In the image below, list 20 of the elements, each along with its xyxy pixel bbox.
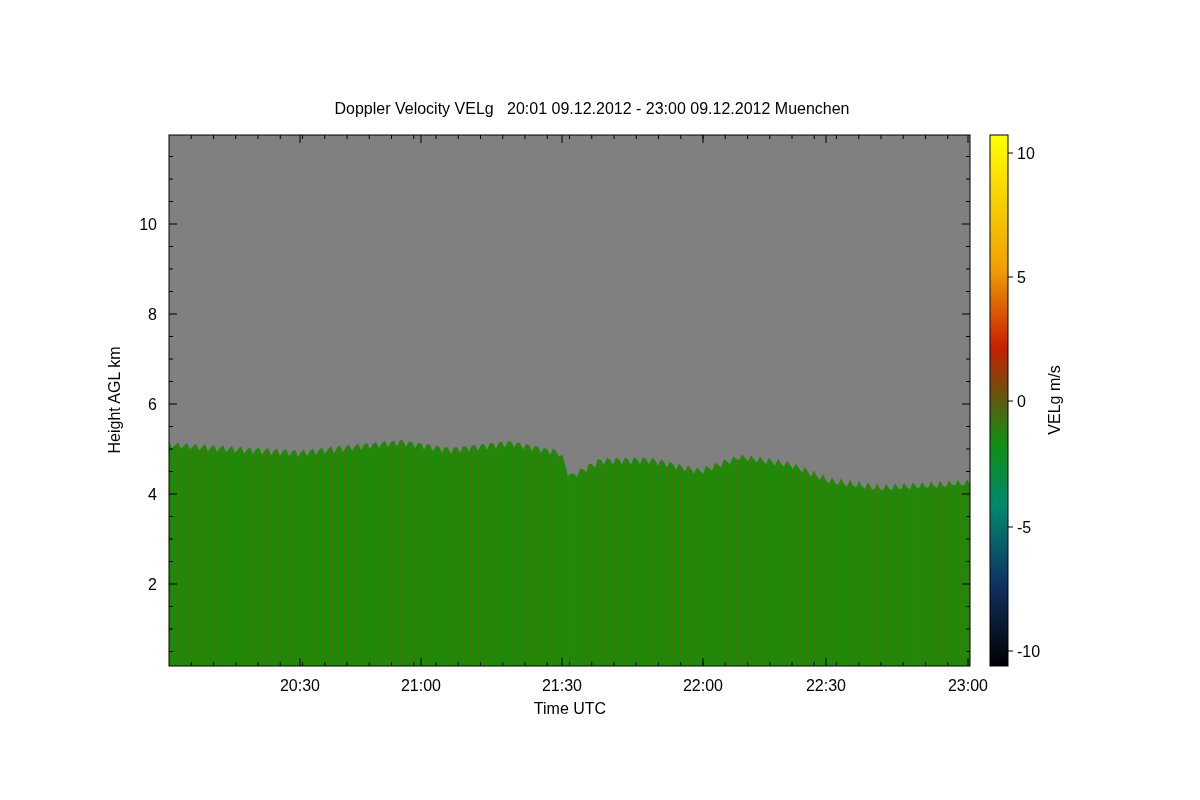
y-tick-label: 6 (148, 396, 157, 413)
y-tick-label: 10 (139, 216, 157, 233)
y-axis-label: Height AGL km (106, 346, 123, 454)
y-tick-label: 8 (148, 306, 157, 323)
y-tick-label: 4 (148, 486, 157, 503)
x-tick-label: 23:00 (948, 677, 988, 694)
colorbar-tick-label: 10 (1017, 145, 1035, 162)
plot-title: Doppler Velocity VELg 20:01 09.12.2012 - 23:00 09.12.2012 Muenchen (334, 100, 850, 117)
x-tick-label: 21:30 (542, 677, 582, 694)
x-tick-label: 22:00 (683, 677, 723, 694)
x-tick-label: 21:00 (401, 677, 441, 694)
colorbar-tick-label: 0 (1017, 393, 1026, 410)
colorbar-tick-label: 5 (1017, 269, 1026, 286)
x-tick-label: 22:30 (806, 677, 846, 694)
colorbar-label: VELg m/s (1046, 365, 1063, 435)
x-axis-label: Time UTC (533, 700, 607, 717)
y-tick-label: 2 (148, 576, 157, 593)
colorbar-tick-label: -10 (1017, 643, 1041, 660)
colorbar-tick-label: -5 (1017, 519, 1032, 536)
x-tick-label: 20:30 (280, 677, 320, 694)
